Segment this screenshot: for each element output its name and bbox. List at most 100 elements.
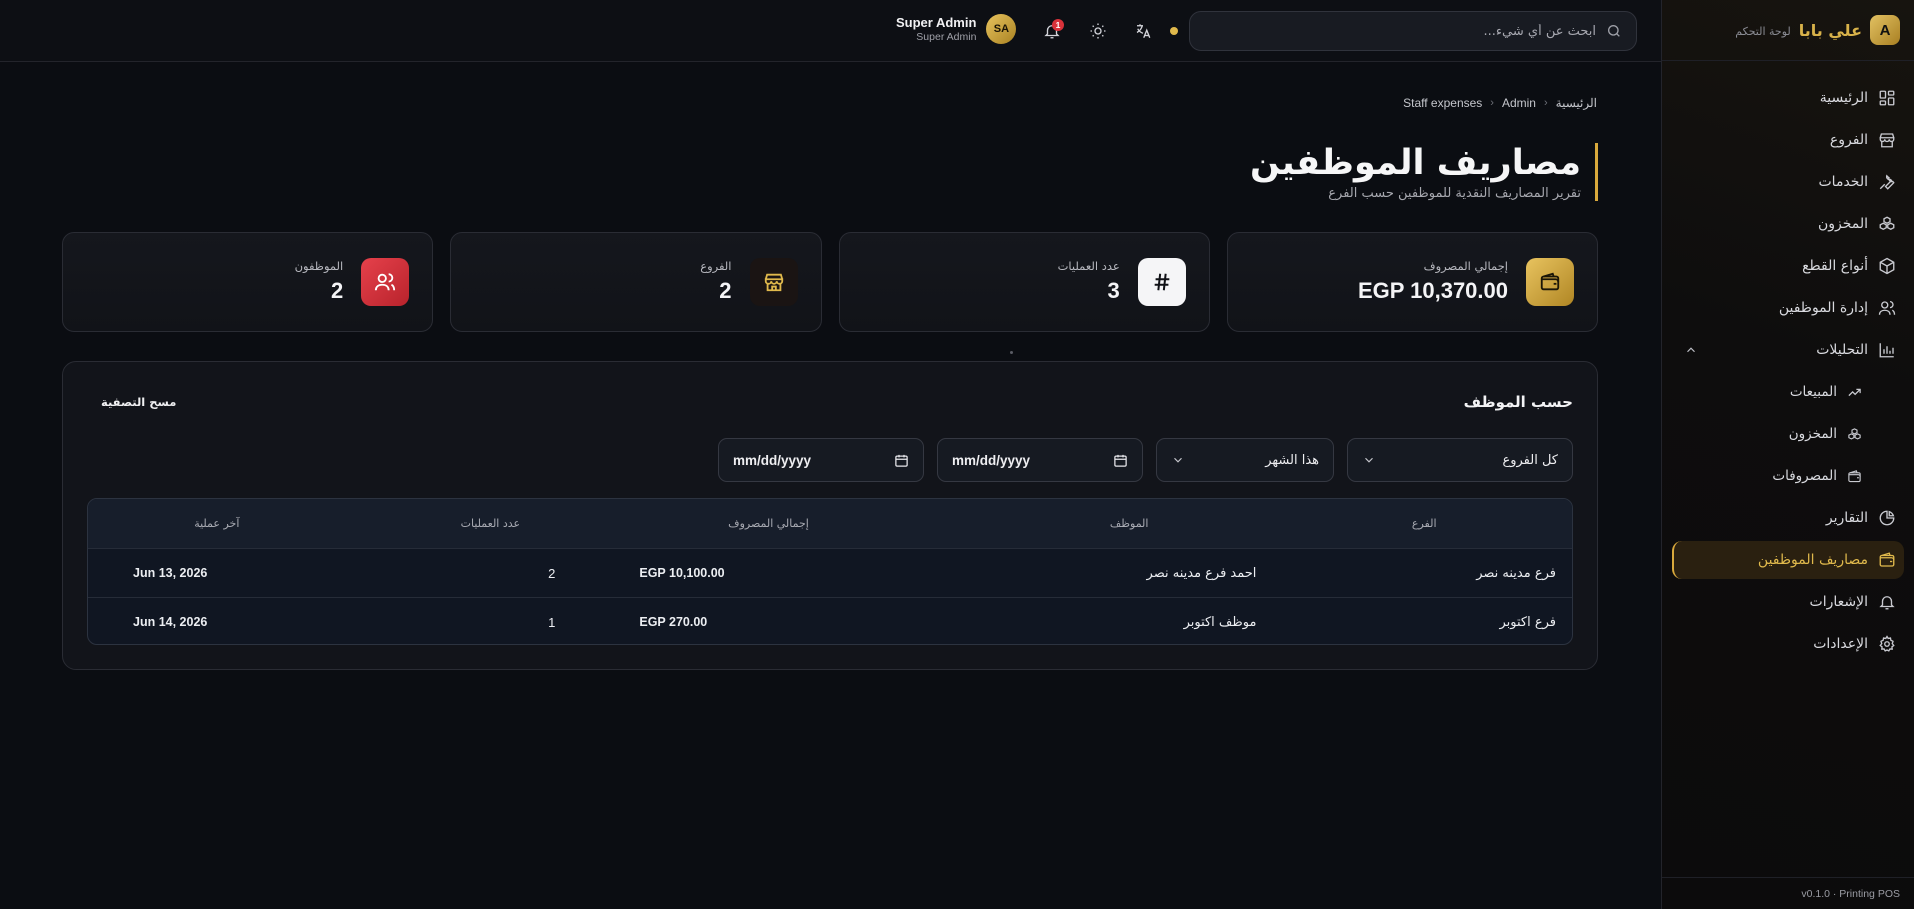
breadcrumb: الرئيسية ‹ Admin ‹ Staff expenses: [1403, 96, 1597, 110]
sidebar-item-settings[interactable]: الإعدادات: [1672, 625, 1904, 663]
wallet-icon: [1879, 552, 1895, 567]
sidebar-item-reports[interactable]: التقارير: [1672, 499, 1904, 537]
search-input[interactable]: [1204, 23, 1596, 39]
wallet-icon: [1848, 469, 1861, 482]
notification-badge: 1: [1052, 19, 1064, 31]
sidebar-item-label: المبيعات: [1789, 384, 1837, 400]
sidebar-item-label: التقارير: [1825, 510, 1868, 526]
sidebar-item-part-types[interactable]: أنواع القطع: [1672, 247, 1904, 285]
sidebar-footer: v0.1.0 · Printing POS: [1662, 877, 1914, 909]
column-header-employee[interactable]: الموظف: [905, 517, 1277, 530]
calendar-icon[interactable]: [894, 453, 909, 468]
cell-branch: فرع مدينه نصر: [1476, 565, 1556, 581]
page-header: مصاريف الموظفين تقرير المصاريف النقدية ل…: [1250, 143, 1598, 201]
sidebar-header: A علي بابا لوحة التحكم: [1662, 0, 1914, 61]
sidebar-item-notifications[interactable]: الإشعارات: [1672, 583, 1904, 621]
branch-select[interactable]: كل الفروع: [1347, 438, 1573, 482]
date-to-input[interactable]: mm/dd/yyyy: [937, 438, 1143, 482]
users-icon: [1878, 300, 1896, 315]
user-menu[interactable]: Super Admin Super Admin SA: [896, 14, 1017, 44]
sidebar-item-label: الخدمات: [1818, 174, 1869, 190]
wallet-icon: [1526, 258, 1574, 306]
stat-card-employees: الموظفون 2: [62, 232, 434, 332]
user-name: Super Admin: [896, 15, 977, 30]
sidebar-item-label: المخزون: [1788, 426, 1837, 442]
sidebar-item-label: التحليلات: [1816, 342, 1868, 358]
period-select[interactable]: هذا الشهر: [1156, 438, 1334, 482]
calendar-icon[interactable]: [1113, 453, 1128, 468]
hash-icon: [1137, 258, 1186, 306]
stat-value: EGP 10,370.00: [1357, 278, 1508, 303]
package-icon: [1879, 257, 1895, 275]
panel-title: حسب الموظف: [1463, 393, 1573, 411]
stat-card-branches: الفروع 2: [450, 232, 822, 332]
sidebar-item-inventory[interactable]: المخزون: [1672, 205, 1904, 243]
sidebar-item-home[interactable]: الرئيسية: [1672, 79, 1904, 117]
sidebar-item-staff-expenses[interactable]: مصاريف الموظفين: [1672, 541, 1904, 579]
stat-label: الفروع: [700, 259, 732, 273]
table-row[interactable]: فرع مدينه نصر احمد فرع مدينه نصر EGP 10,…: [88, 548, 1572, 597]
cell-last-operation: Jun 14, 2026: [133, 615, 208, 629]
notifications-button[interactable]: 1: [1037, 16, 1067, 46]
sidebar-item-sales[interactable]: المبيعات: [1672, 373, 1904, 411]
chevron-left-icon: ‹: [1543, 97, 1548, 109]
search-icon: [1608, 25, 1620, 37]
sidebar-item-inventory-analytics[interactable]: المخزون: [1672, 415, 1904, 453]
chevron-up-icon[interactable]: [1684, 343, 1698, 357]
sidebar: A علي بابا لوحة التحكم الرئيسية الفروع ا…: [1661, 0, 1914, 909]
bar-chart-icon: [1879, 343, 1894, 358]
breadcrumb-item-current: Staff expenses: [1403, 96, 1483, 110]
avatar[interactable]: SA: [986, 14, 1017, 44]
status-dot: [1170, 27, 1178, 35]
clear-filters-button[interactable]: مسح التصفية: [101, 395, 176, 409]
cell-count: 2: [548, 565, 556, 581]
users-icon: [361, 258, 410, 306]
gear-icon: [1879, 635, 1895, 652]
date-from-input[interactable]: mm/dd/yyyy: [718, 438, 924, 482]
sidebar-nav: الرئيسية الفروع الخدمات المخزون أنواع ال…: [1662, 61, 1914, 663]
column-header-total[interactable]: إجمالي المصروف: [635, 517, 905, 530]
page-title: مصاريف الموظفين: [1250, 143, 1581, 183]
scroll-indicator: [1010, 351, 1013, 354]
stat-label: إجمالي المصروف: [1423, 259, 1508, 273]
search-box[interactable]: [1189, 11, 1637, 51]
period-select-value: هذا الشهر: [1265, 452, 1319, 468]
sidebar-item-label: الإشعارات: [1809, 594, 1868, 610]
sidebar-item-expenses[interactable]: المصروفات: [1672, 457, 1904, 495]
cell-total: EGP 270.00: [639, 615, 708, 629]
store-icon: [1879, 133, 1895, 148]
column-header-count[interactable]: عدد العمليات: [346, 517, 636, 530]
chevron-down-icon: [1365, 457, 1373, 463]
sidebar-item-label: المخزون: [1817, 216, 1868, 232]
sidebar-item-label: إدارة الموظفين: [1778, 300, 1868, 316]
stat-label: الموظفون: [294, 259, 344, 273]
employee-expenses-table: الفرع الموظف إجمالي المصروف عدد العمليات…: [87, 498, 1573, 645]
stat-cards: إجمالي المصروف EGP 10,370.00 عدد العمليا…: [62, 232, 1598, 332]
column-header-branch[interactable]: الفرع: [1276, 517, 1572, 530]
cell-employee: احمد فرع مدينه نصر: [1146, 565, 1257, 581]
sidebar-item-label: أنواع القطع: [1802, 258, 1868, 274]
chevron-left-icon: ‹: [1490, 97, 1494, 109]
column-header-last-operation[interactable]: آخر عملية: [88, 517, 346, 530]
cell-count: 1: [548, 614, 556, 630]
by-employee-panel: حسب الموظف مسح التصفية كل الفروع هذا الش…: [62, 361, 1598, 670]
date-to-value: mm/dd/yyyy: [952, 452, 1031, 468]
sidebar-item-label: الإعدادات: [1813, 636, 1868, 652]
table-row[interactable]: فرع اكتوبر موظف اكتوبر EGP 270.00 1 Jun …: [88, 597, 1572, 644]
brand-logo[interactable]: A: [1870, 15, 1900, 45]
cell-total: EGP 10,100.00: [639, 566, 725, 580]
cell-branch: فرع اكتوبر: [1499, 614, 1556, 630]
user-role: Super Admin: [916, 31, 977, 43]
date-from-value: mm/dd/yyyy: [733, 452, 812, 468]
sidebar-item-services[interactable]: الخدمات: [1672, 163, 1904, 201]
sidebar-item-analytics[interactable]: التحليلات: [1672, 331, 1904, 369]
breadcrumb-item-home[interactable]: الرئيسية: [1556, 96, 1597, 110]
language-button[interactable]: [1128, 16, 1158, 46]
stat-card-operations-count: عدد العمليات 3: [838, 232, 1210, 332]
sidebar-item-staff-management[interactable]: إدارة الموظفين: [1672, 289, 1904, 327]
dashboard-icon: [1879, 90, 1895, 106]
breadcrumb-item-admin[interactable]: Admin: [1502, 96, 1536, 110]
sidebar-item-branches[interactable]: الفروع: [1672, 121, 1904, 159]
bell-icon: [1879, 596, 1895, 610]
theme-toggle-button[interactable]: [1083, 16, 1113, 46]
